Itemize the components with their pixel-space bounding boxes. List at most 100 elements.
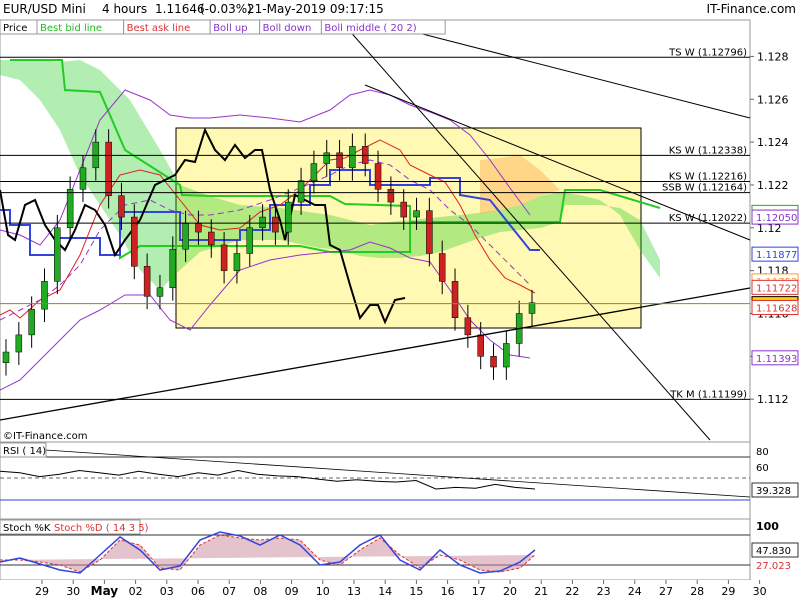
candle-body — [477, 334, 484, 357]
candle-body — [438, 253, 446, 282]
header-timeframe: 4 hours — [102, 2, 147, 16]
x-tick-label: 08 — [253, 585, 267, 598]
candle-body — [464, 317, 472, 336]
candle-body — [66, 188, 74, 229]
candle-body — [349, 146, 356, 169]
legend-label: Boll down — [263, 23, 312, 34]
price-tag-label: 1.11393 — [756, 354, 797, 365]
stoch-d-title: Stoch %D ( 14 3 5) — [54, 523, 149, 534]
x-tick-label: 24 — [628, 585, 642, 598]
candle-body — [54, 227, 61, 282]
x-tick-label: 07 — [222, 585, 236, 598]
stoch-k-title: Stoch %K — [3, 523, 51, 534]
candle-body — [387, 188, 395, 203]
candle-body — [413, 210, 420, 218]
eurusd-chart: TS W (1.12796) KS W (1.12338) KS W (1.1221… — [0, 2, 800, 600]
candle-body — [246, 227, 254, 254]
candle-body — [169, 248, 177, 289]
price-level-label: TK M (1.11199) — [669, 389, 747, 400]
rsi-panel — [0, 441, 751, 520]
candle-body — [490, 356, 497, 368]
candle-body — [143, 266, 151, 297]
candle-body — [79, 167, 87, 190]
x-tick-label: 09 — [285, 585, 299, 598]
x-axis-bar — [0, 580, 800, 600]
price-tag-label: 1.12050 — [756, 213, 797, 224]
price-tag-label: 1.11877 — [756, 250, 797, 261]
price-tag-label: 1.11628 — [756, 303, 797, 314]
header-price: 1.11646 — [155, 2, 205, 16]
candle-body — [220, 244, 228, 271]
x-tick-label: 28 — [690, 585, 704, 598]
rsi-value: 39.328 — [756, 486, 791, 497]
header-change: (-0.03%) — [200, 2, 252, 16]
x-tick-label: 29 — [35, 585, 49, 598]
candle-body — [195, 223, 202, 233]
x-tick-label: 03 — [160, 585, 174, 598]
price-tag-label: 1.11722 — [756, 283, 797, 294]
header-symbol: EUR/USD Mini — [3, 2, 86, 16]
rsi-tick-80: 80 — [756, 447, 769, 458]
candle-body — [259, 216, 266, 229]
candle-body — [323, 152, 330, 164]
candle-body — [105, 141, 112, 196]
price-level-label: SSB W (1.12164) — [662, 183, 747, 194]
price-level-label: TS W (1.12796) — [668, 47, 747, 58]
y-tick-label: 1.122 — [757, 179, 789, 192]
header-datetime: 21-May-2019 09:17:15 — [247, 2, 384, 16]
candle-body — [297, 180, 305, 203]
candle-body — [182, 223, 189, 250]
x-tick-label: 30 — [66, 585, 80, 598]
rsi-title: RSI ( 14) — [3, 446, 46, 457]
x-tick-label: 21 — [534, 585, 548, 598]
candle-body — [528, 302, 536, 314]
price-level-label: KS W (1.12216) — [669, 172, 747, 183]
x-tick-label: 27 — [659, 585, 673, 598]
candle-body — [310, 163, 318, 181]
x-tick-label: 17 — [472, 585, 486, 598]
candle-body — [118, 195, 125, 218]
candle-body — [400, 201, 407, 218]
candle-body — [15, 334, 23, 353]
stoch-k-value: 47.830 — [756, 546, 791, 557]
y-tick-label: 1.112 — [757, 393, 789, 406]
legend-label: Best bid line — [40, 23, 102, 34]
candle-body — [503, 343, 510, 368]
candle-body — [28, 308, 35, 336]
candle-body — [284, 201, 292, 233]
x-tick-label: 13 — [347, 585, 361, 598]
stoch-tick-100: 100 — [756, 520, 779, 533]
x-tick-label: 14 — [378, 585, 392, 598]
legend: Price Best bid line Best ask line Boll up Bo… — [0, 19, 446, 35]
x-tick-label: 16 — [441, 585, 455, 598]
candle-body — [2, 351, 10, 363]
candle-body — [208, 231, 215, 246]
candle-body — [41, 281, 48, 310]
x-tick-label: 10 — [316, 585, 330, 598]
y-tick-label: 1.124 — [757, 136, 789, 149]
chart-root: TS W (1.12796) KS W (1.12338) KS W (1.1221… — [0, 0, 800, 600]
price-level-label: KS W (1.12022) — [669, 213, 747, 224]
candle-body — [131, 216, 138, 267]
legend-label: Boll middle ( 20 2) — [324, 23, 416, 34]
candle-body — [451, 281, 459, 319]
x-tick-label: May — [91, 584, 119, 598]
stoch-d-value: 27.023 — [756, 561, 791, 572]
x-tick-label: 02 — [129, 585, 143, 598]
x-tick-label: 06 — [191, 585, 205, 598]
x-tick-label: 23 — [597, 585, 611, 598]
price-level-label: KS W (1.12338) — [669, 145, 747, 156]
y-tick-label: 1.126 — [757, 93, 789, 106]
watermark: ©IT-Finance.com — [3, 431, 88, 442]
y-tick-label: 1.128 — [757, 50, 789, 63]
x-tick-label: 22 — [565, 585, 579, 598]
legend-label: Price — [3, 23, 27, 34]
header-brand: IT-Finance.com — [707, 2, 796, 16]
candle-body — [272, 216, 279, 233]
candle-body — [374, 163, 382, 190]
candle-body — [426, 210, 433, 254]
legend-label: Best ask line — [127, 23, 191, 34]
x-tick-label: 15 — [409, 585, 423, 598]
x-tick-label: 29 — [721, 585, 735, 598]
candle-body — [156, 287, 164, 297]
